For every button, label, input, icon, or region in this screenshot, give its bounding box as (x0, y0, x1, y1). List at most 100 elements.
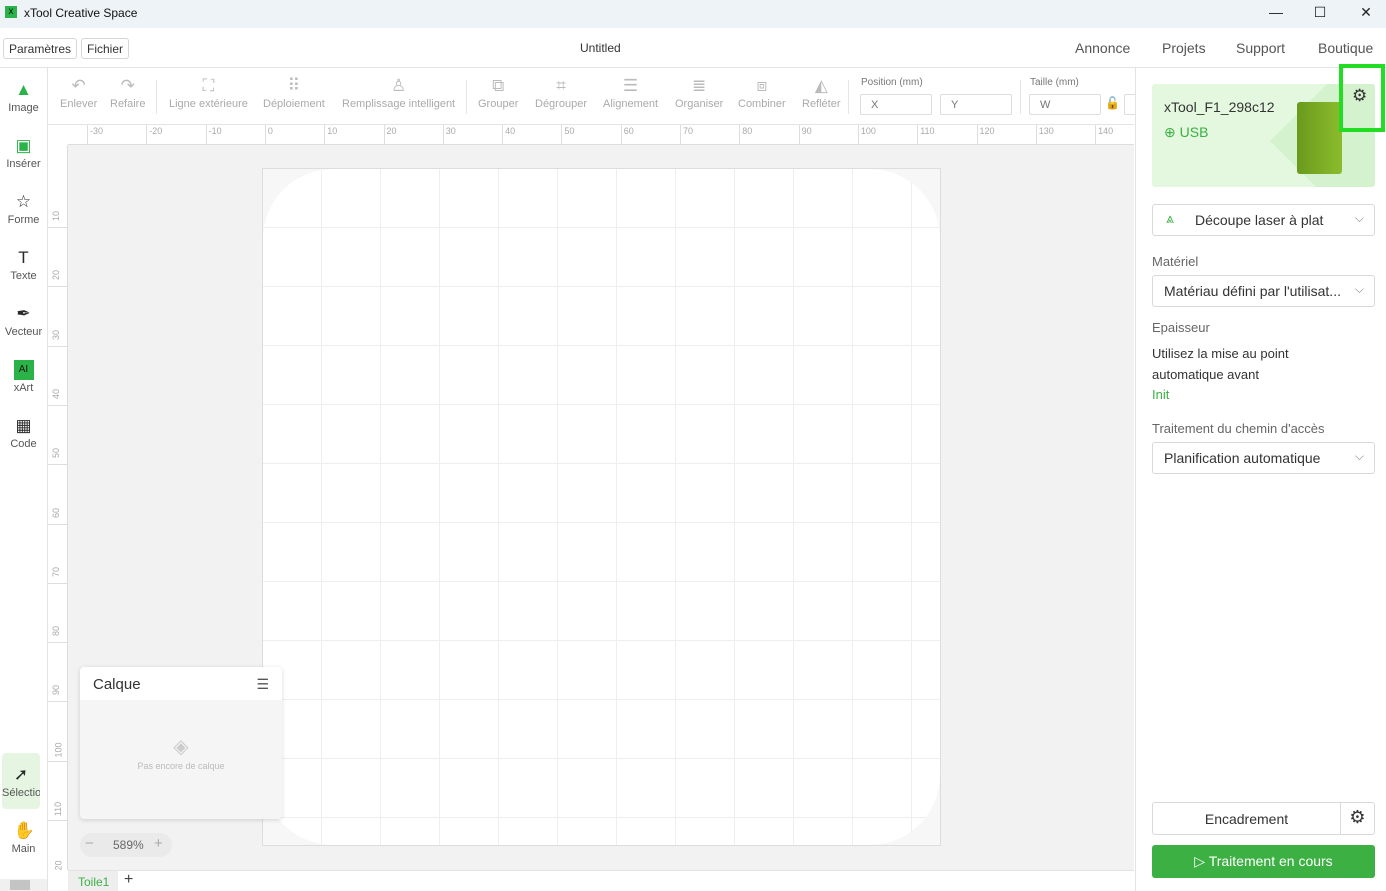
zoom-out-button[interactable]: − (85, 835, 94, 852)
framing-settings-button[interactable]: ⚙ (1340, 802, 1375, 835)
maximize-button[interactable]: ☐ (1300, 4, 1340, 24)
ruler-tick-label: 60 (51, 507, 62, 518)
sidebar-item-image[interactable]: ▲ Image (0, 68, 47, 124)
mirror-button[interactable]: ◭ Refléter (802, 76, 841, 110)
layer-menu-icon[interactable]: ☰ (256, 676, 269, 693)
sidebar-item-text[interactable]: T Texte (0, 236, 47, 292)
chevron-down-icon: ⌵ (1354, 449, 1364, 463)
tab-canvas-1[interactable]: Toile1 (68, 871, 118, 891)
ruler-tick (1035, 125, 1037, 144)
thickness-hint: Utilisez la mise au point automatique av… (1152, 346, 1289, 382)
layer-panel-title: Calque (93, 676, 141, 693)
layer-panel-header: Calque ☰ (80, 667, 282, 700)
ruler-tick-label: 30 (445, 126, 456, 136)
ruler-tick (857, 125, 859, 144)
pen-icon: ✒ (16, 304, 31, 323)
announce-link[interactable]: Annonce (1075, 40, 1130, 56)
minimize-button[interactable]: — (1256, 4, 1296, 24)
size-w-input[interactable] (1029, 94, 1101, 115)
array-button[interactable]: ⠿ Déploiement (263, 76, 325, 110)
material-label: Matériel (1152, 254, 1199, 269)
zoom-in-button[interactable]: + (154, 835, 163, 852)
smart-fill-label: Remplissage intelligent (342, 98, 456, 110)
redo-button[interactable]: ↷ Refaire (110, 76, 145, 110)
process-button[interactable]: ▷ Traitement en cours (1152, 845, 1375, 878)
undo-button[interactable]: ↶ Enlever (60, 76, 97, 110)
ungroup-button[interactable]: ⌗ Dégrouper (535, 76, 587, 110)
layer-panel: Calque ☰ ◈ Pas encore de calque (80, 667, 282, 819)
ruler-tick (739, 125, 741, 144)
outline-button[interactable]: ⛶ Ligne extérieure (169, 76, 248, 110)
material-value: Matériau défini par l'utilisat... (1164, 283, 1341, 299)
ruler-tick (264, 125, 266, 144)
ruler-tick-label: 60 (623, 126, 634, 136)
sidebar-item-vector[interactable]: ✒ Vecteur (0, 292, 47, 348)
ruler-tick-label: 90 (51, 685, 62, 696)
device-settings-icon[interactable]: ⚙ (1352, 86, 1367, 106)
sidebar-label: Texte (10, 270, 37, 282)
sidebar-scrollbar[interactable] (0, 879, 47, 891)
ruler-tick-label: 140 (1098, 126, 1114, 136)
divider (156, 80, 157, 114)
ruler-tick-label: 100 (53, 742, 64, 758)
text-icon: T (18, 248, 29, 267)
settings-menu-button[interactable]: Paramètres (3, 38, 78, 59)
position-y-input[interactable] (940, 94, 1012, 115)
combine-button[interactable]: ⧈ Combiner (738, 76, 786, 110)
arrange-button[interactable]: ≣ Organiser (675, 76, 723, 110)
ruler-tick-label: 0 (267, 126, 273, 136)
grid-dots-icon: ⠿ (287, 76, 301, 95)
array-label: Déploiement (263, 98, 325, 110)
scrollbar-thumb[interactable] (10, 880, 30, 890)
smart-fill-button[interactable]: ♙ Remplissage intelligent (342, 76, 455, 110)
ruler-tick (48, 642, 67, 644)
chevron-down-icon: ⌵ (1354, 282, 1364, 296)
group-button[interactable]: ⧉ Grouper (478, 76, 518, 110)
size-label: Taille (mm) (1030, 77, 1079, 88)
sidebar-item-select[interactable]: ➚ Sélectionner (2, 753, 40, 809)
add-canvas-button[interactable]: + (124, 871, 133, 889)
sidebar-item-insert[interactable]: ▣ Insérer (0, 124, 47, 180)
zoom-control: − 589% + (80, 833, 172, 857)
projects-link[interactable]: Projets (1162, 40, 1206, 56)
hand-icon: ✋ (13, 821, 35, 840)
init-link[interactable]: Init (1152, 387, 1169, 402)
shop-link[interactable]: Boutique (1318, 40, 1373, 56)
combine-icon: ⧈ (756, 76, 768, 95)
horizontal-ruler: -30 -20 -10 0 10 20 30 40 50 60 70 80 90 100 110 120 130… (68, 125, 1134, 145)
ruler-tick (324, 125, 326, 144)
material-select[interactable]: Matériau défini par l'utilisat... ⌵ (1152, 275, 1375, 307)
file-menu-button[interactable]: Fichier (81, 38, 130, 59)
ruler-tick (798, 125, 800, 144)
sidebar-item-hand[interactable]: ✋ Main (0, 809, 47, 865)
work-area[interactable] (262, 168, 941, 846)
ruler-tick-label: 120 (53, 860, 64, 870)
lock-ratio-icon[interactable]: 🔓 (1105, 96, 1120, 110)
ruler-tick (680, 125, 681, 144)
support-link[interactable]: Support (1236, 40, 1285, 56)
close-button[interactable]: ✕ (1346, 4, 1386, 24)
ruler-tick-label: 70 (51, 566, 62, 577)
ruler-tick (48, 760, 67, 762)
arrange-label: Organiser (675, 98, 724, 110)
ruler-tick-label: -10 (208, 126, 222, 136)
sidebar-item-shape[interactable]: ☆ Forme (0, 180, 47, 236)
sidebar-label: Sélectionner (2, 787, 40, 799)
shape-icon: ☆ (15, 192, 32, 211)
process-mode-select[interactable]: ⩓ Découpe laser à plat ⌵ (1152, 204, 1375, 236)
position-x-input[interactable] (860, 94, 932, 115)
sidebar-item-code[interactable]: ▦ Code (0, 404, 47, 460)
ruler-tick (48, 227, 67, 228)
path-select[interactable]: Planification automatique ⌵ (1152, 442, 1375, 474)
ruler-tick-label: 120 (979, 126, 995, 136)
ruler-tick (87, 125, 88, 144)
document-title: Untitled (580, 41, 621, 55)
ruler-tick (383, 125, 385, 144)
align-button[interactable]: ☰ Alignement (603, 76, 658, 110)
ruler-tick (1095, 125, 1097, 144)
sidebar-item-xart[interactable]: AI xArt (0, 348, 47, 404)
ruler-tick-label: 30 (51, 329, 62, 340)
sidebar-label: Insérer (6, 158, 41, 170)
framing-button[interactable]: Encadrement (1152, 802, 1341, 835)
connection-status: ⊕ USB (1164, 124, 1208, 141)
